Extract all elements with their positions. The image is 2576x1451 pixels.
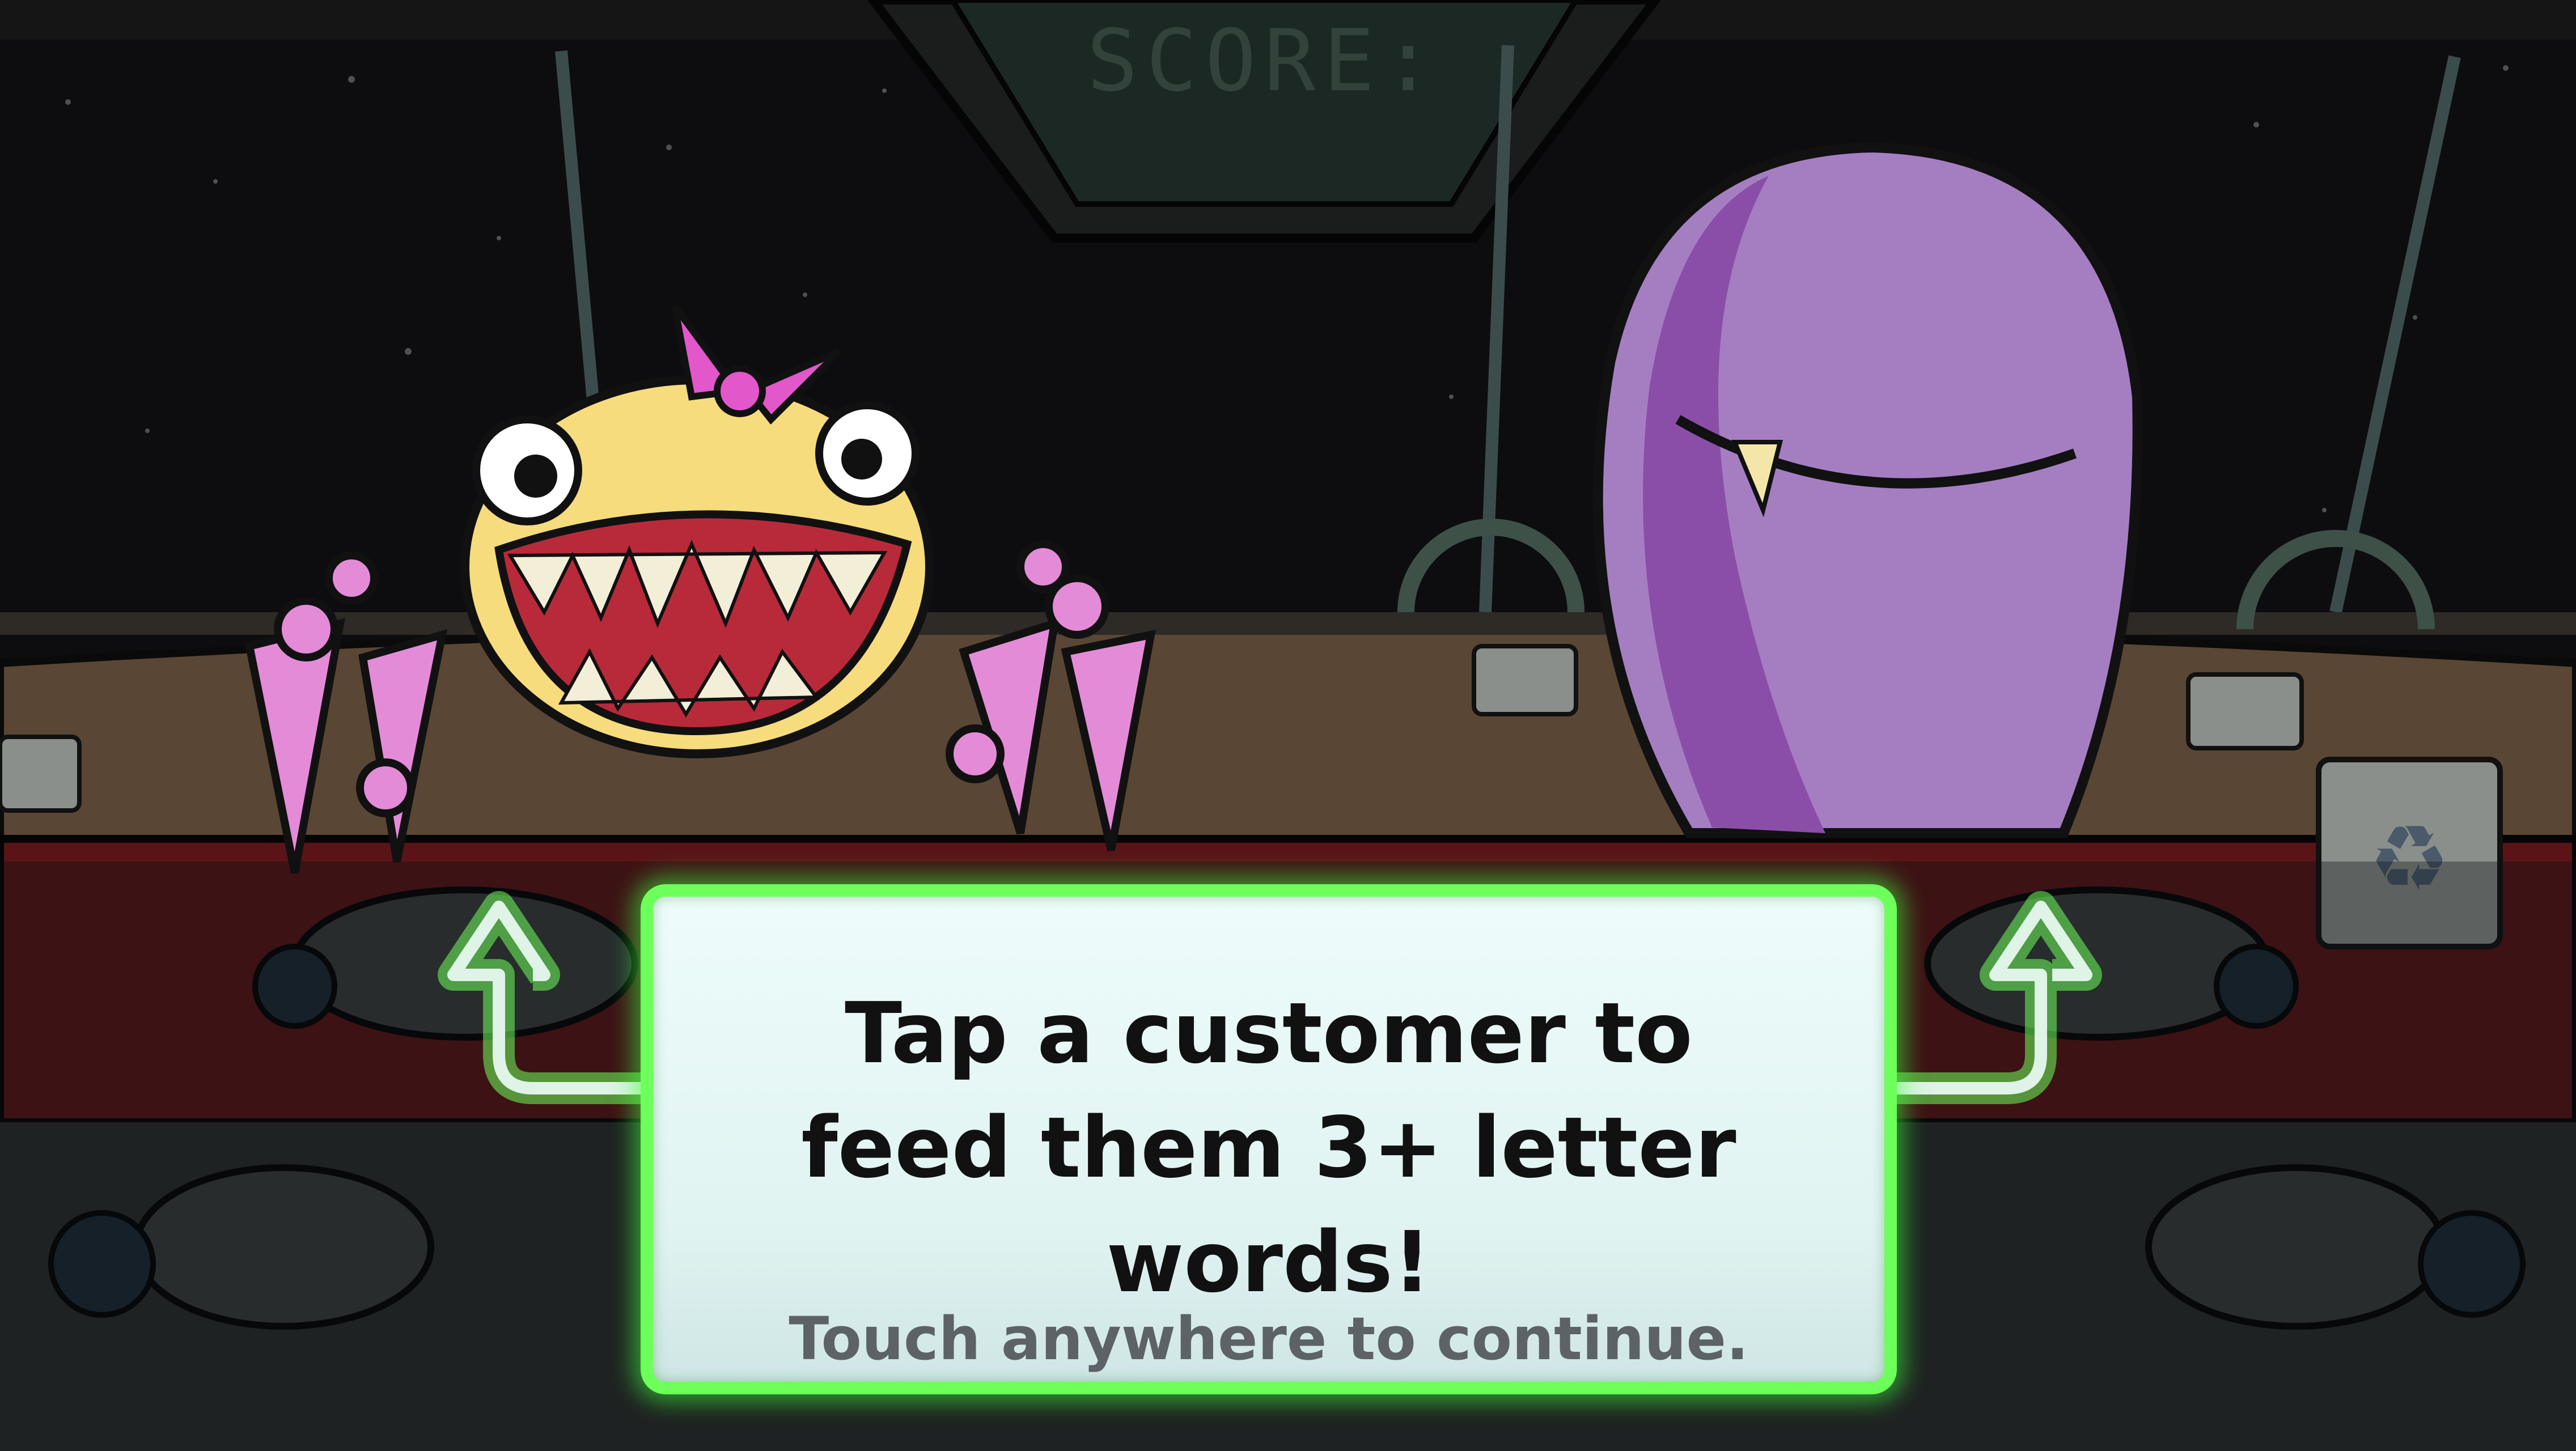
tutorial-line-2: feed them 3+ letter words! <box>801 1099 1736 1311</box>
continue-hint: Touch anywhere to continue. <box>789 1304 1749 1373</box>
tutorial-message: Tap a customer to feed them 3+ letter wo… <box>653 976 1884 1320</box>
game-stage[interactable]: ♻ SCORE: Tap a customer to feed them 3+ … <box>0 0 2576 1451</box>
tutorial-line-1: Tap a customer to <box>845 985 1693 1082</box>
tutorial-dialog[interactable]: Tap a customer to feed them 3+ letter wo… <box>641 884 1897 1394</box>
arrow-up-right-icon <box>1893 891 2102 1104</box>
arrow-up-left-icon <box>438 891 646 1104</box>
